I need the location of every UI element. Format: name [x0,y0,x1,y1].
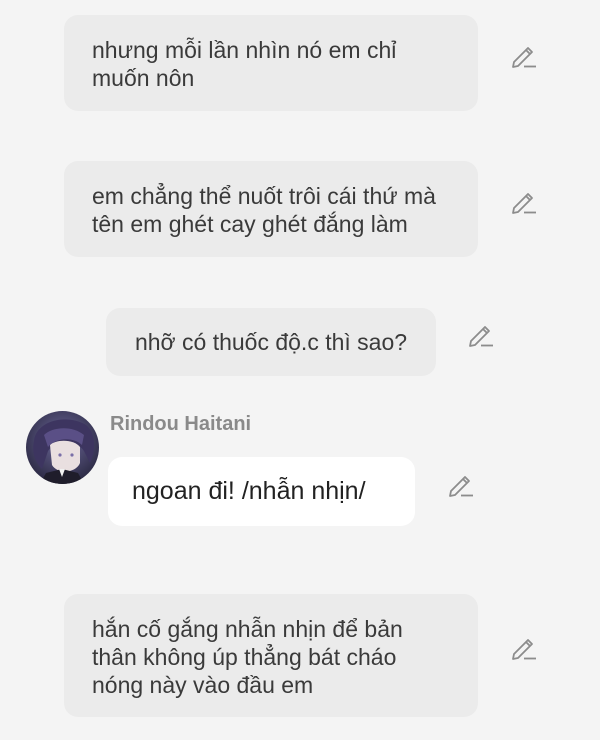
speaker-name: Rindou Haitani [110,413,252,435]
chat-story-screen: nhưng mỗi lần nhìn nó em chỉ muốn nôn em… [0,0,600,740]
message-text: nhưng mỗi lần nhìn nó em chỉ muốn nôn [92,37,397,91]
message-text: ngoan đi! /nhẫn nhịn/ [132,477,366,505]
message-text: nhỡ có thuốc độ.c thì sao? [134,329,408,355]
narration-bubble: em chẳng thể nuốt trôi cái thứ mà tên em… [64,161,478,257]
pencil-edit-icon[interactable] [509,40,539,70]
pencil-edit-icon[interactable] [509,186,539,216]
character-avatar[interactable] [26,411,99,484]
message-text: hắn cố gắng nhẫn nhịn để bản thân không … [92,616,403,698]
pencil-edit-icon[interactable] [466,319,496,349]
thought-bubble: nhỡ có thuốc độ.c thì sao? [106,308,436,376]
narration-bubble: hắn cố gắng nhẫn nhịn để bản thân không … [64,594,478,717]
pencil-edit-icon[interactable] [446,469,476,499]
pencil-edit-icon[interactable] [509,632,539,662]
message-text: em chẳng thể nuốt trôi cái thứ mà tên em… [92,183,436,237]
narration-bubble: nhưng mỗi lần nhìn nó em chỉ muốn nôn [64,15,478,111]
speech-bubble: ngoan đi! /nhẫn nhịn/ [108,457,415,526]
